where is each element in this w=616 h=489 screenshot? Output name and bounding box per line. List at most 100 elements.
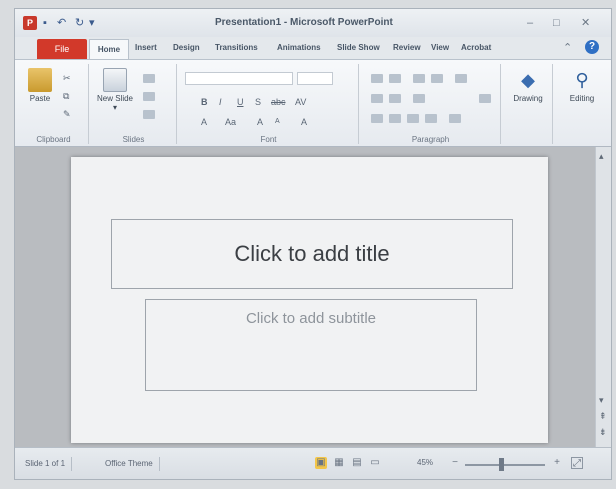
- reading-view-icon[interactable]: ▤: [351, 457, 363, 469]
- zoom-out-icon[interactable]: −: [449, 457, 461, 469]
- normal-view-icon[interactable]: ▣: [315, 457, 327, 469]
- theme-name[interactable]: Office Theme: [99, 457, 160, 471]
- save-icon[interactable]: ▪: [43, 16, 47, 30]
- previous-slide-icon[interactable]: ⇞: [599, 411, 607, 422]
- section-icon[interactable]: [143, 110, 155, 119]
- slides-group-label: Slides: [122, 135, 145, 144]
- character-spacing-button[interactable]: AV: [295, 96, 306, 108]
- justify-icon[interactable]: [425, 114, 437, 123]
- zoom-in-icon[interactable]: +: [551, 457, 563, 469]
- text-direction-icon[interactable]: [371, 94, 383, 103]
- tab-insert[interactable]: Insert: [135, 43, 157, 52]
- drawing-label: Drawing: [513, 94, 543, 103]
- paragraph-settings-icon[interactable]: [479, 94, 491, 103]
- customize-qat-icon[interactable]: ▾: [89, 16, 95, 30]
- clear-formatting-button[interactable]: A: [301, 116, 307, 128]
- maximize-button[interactable]: □: [553, 16, 560, 30]
- grow-font-button[interactable]: A: [257, 116, 263, 128]
- tab-file[interactable]: File: [37, 39, 87, 59]
- new-slide-icon: [103, 68, 127, 92]
- paste-label: Paste: [29, 94, 51, 103]
- paragraph-group-label: Paragraph: [411, 135, 450, 144]
- smartart-icon[interactable]: [413, 94, 425, 103]
- strikethrough-button[interactable]: abc: [271, 96, 286, 108]
- shadow-button[interactable]: S: [255, 96, 261, 108]
- tab-design[interactable]: Design: [173, 43, 200, 52]
- window-title: Presentation1 - Microsoft PowerPoint: [215, 17, 393, 28]
- title-bar: P ▪ ↶ ↻ ▾ Presentation1 - Microsoft Powe…: [15, 9, 611, 37]
- ribbon-tabs: File Home Insert Design Transitions Anim…: [15, 37, 611, 59]
- bold-button[interactable]: B: [201, 96, 208, 108]
- change-case-button[interactable]: Aa: [225, 116, 236, 128]
- tab-animations[interactable]: Animations: [277, 43, 321, 52]
- redo-icon[interactable]: ↻: [75, 16, 84, 30]
- align-left-icon[interactable]: [371, 114, 383, 123]
- minimize-button[interactable]: –: [527, 16, 533, 30]
- line-spacing-icon[interactable]: [455, 74, 467, 83]
- tab-slide-show[interactable]: Slide Show: [337, 43, 380, 52]
- underline-button[interactable]: U: [237, 96, 244, 108]
- decrease-indent-icon[interactable]: [413, 74, 425, 83]
- title-placeholder-text: Click to add title: [234, 241, 390, 266]
- editing-group: ⚲ Editing: [555, 64, 609, 144]
- drawing-group: ◆ Drawing: [503, 64, 553, 144]
- tab-acrobat[interactable]: Acrobat: [461, 43, 491, 52]
- slide-show-icon[interactable]: ▭: [369, 457, 381, 469]
- numbering-icon[interactable]: [389, 74, 401, 83]
- slide-canvas[interactable]: Click to add title Click to add subtitle: [71, 157, 548, 443]
- shrink-font-button[interactable]: A: [275, 116, 280, 128]
- vertical-scrollbar[interactable]: ▴ ▾ ⇞ ⇟: [595, 147, 611, 447]
- scroll-down-icon[interactable]: ▾: [599, 395, 604, 406]
- font-size-dropdown[interactable]: [297, 72, 333, 85]
- format-painter-icon[interactable]: ✎: [63, 108, 71, 120]
- shapes-icon: ◆: [521, 70, 535, 90]
- minimize-ribbon-icon[interactable]: ⌃: [563, 41, 572, 54]
- reset-icon[interactable]: [143, 92, 155, 101]
- close-button[interactable]: ✕: [581, 16, 590, 30]
- new-slide-button[interactable]: New Slide ▾: [95, 68, 135, 112]
- editing-button[interactable]: ⚲ Editing: [559, 68, 605, 103]
- subtitle-placeholder-text: Click to add subtitle: [245, 310, 377, 327]
- zoom-level[interactable]: 45%: [417, 458, 433, 467]
- copy-icon[interactable]: ⧉: [63, 90, 69, 102]
- editing-label: Editing: [569, 94, 595, 103]
- bullets-icon[interactable]: [371, 74, 383, 83]
- font-color-button[interactable]: A: [201, 116, 207, 128]
- powerpoint-app-icon[interactable]: P: [23, 16, 37, 30]
- zoom-slider-thumb[interactable]: [499, 458, 504, 471]
- tab-home[interactable]: Home: [89, 39, 129, 59]
- powerpoint-window: P ▪ ↶ ↻ ▾ Presentation1 - Microsoft Powe…: [14, 8, 612, 480]
- layout-icon[interactable]: [143, 74, 155, 83]
- tab-view[interactable]: View: [431, 43, 449, 52]
- increase-indent-icon[interactable]: [431, 74, 443, 83]
- slide-sorter-icon[interactable]: ▦: [333, 457, 345, 469]
- italic-button[interactable]: I: [219, 96, 222, 108]
- paste-icon: [28, 68, 52, 92]
- status-bar: Slide 1 of 1 Office Theme ▣ ▦ ▤ ▭ 45% − …: [15, 447, 611, 479]
- font-name-dropdown[interactable]: [185, 72, 293, 85]
- font-group-label: Font: [260, 135, 277, 144]
- undo-icon[interactable]: ↶: [57, 16, 66, 30]
- help-icon[interactable]: ?: [585, 40, 599, 54]
- next-slide-icon[interactable]: ⇟: [599, 427, 607, 438]
- slides-group: New Slide ▾ Slides: [91, 64, 177, 144]
- tab-review[interactable]: Review: [393, 43, 421, 52]
- drawing-button[interactable]: ◆ Drawing: [507, 68, 549, 103]
- binoculars-icon: ⚲: [575, 70, 589, 90]
- paragraph-group: Paragraph: [361, 64, 501, 144]
- columns-icon[interactable]: [449, 114, 461, 123]
- zoom-slider[interactable]: [465, 458, 545, 471]
- cut-icon[interactable]: ✂: [63, 72, 71, 84]
- slide-count: Slide 1 of 1: [19, 457, 73, 471]
- align-right-icon[interactable]: [407, 114, 419, 123]
- title-placeholder[interactable]: Click to add title: [111, 219, 513, 289]
- subtitle-placeholder[interactable]: Click to add subtitle: [145, 299, 477, 391]
- ribbon: Paste ✂ ⧉ ✎ Clipboard New Slide ▾ Slides…: [15, 59, 611, 147]
- align-text-icon[interactable]: [389, 94, 401, 103]
- fit-slide-icon[interactable]: ⤢: [571, 457, 583, 469]
- paste-button[interactable]: Paste: [25, 68, 55, 103]
- clipboard-group: Paste ✂ ⧉ ✎ Clipboard: [19, 64, 89, 144]
- tab-transitions[interactable]: Transitions: [215, 43, 258, 52]
- scroll-up-icon[interactable]: ▴: [599, 151, 604, 162]
- align-center-icon[interactable]: [389, 114, 401, 123]
